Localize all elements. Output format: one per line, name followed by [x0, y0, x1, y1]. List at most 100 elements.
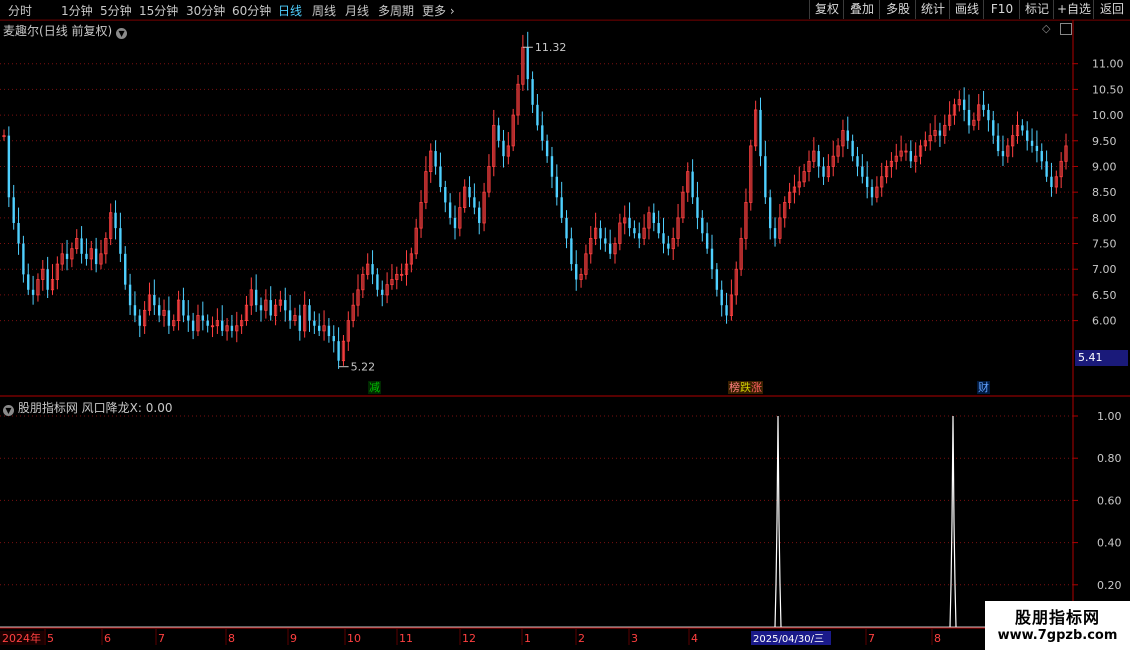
candle-body — [191, 320, 195, 331]
month-label: 5 — [47, 632, 54, 645]
candle-body — [608, 243, 612, 254]
candle-body — [434, 151, 437, 167]
candle-body — [856, 156, 859, 167]
candle-body — [996, 135, 1000, 152]
candle-body — [531, 79, 534, 105]
signal-spike — [949, 415, 957, 628]
candle-body — [1045, 161, 1048, 177]
candle-body — [550, 156, 554, 177]
month-label: 1 — [524, 632, 531, 645]
candle-body — [992, 120, 995, 136]
candle-body — [861, 166, 864, 177]
candle-body — [638, 233, 641, 239]
month-label: 7 — [158, 632, 165, 645]
candle-body — [570, 238, 573, 265]
month-label: 10 — [347, 632, 361, 645]
candle-body — [652, 212, 656, 223]
candle-body — [604, 238, 607, 244]
candle-body — [599, 228, 602, 239]
month-label: 2 — [578, 632, 585, 645]
indicator-title: ▼ 股朋指标网 风口降龙X: 0.00 — [3, 399, 172, 416]
candle-body — [85, 253, 88, 259]
candle-body — [230, 325, 234, 331]
candle-body — [448, 202, 452, 218]
candle-body — [65, 253, 69, 259]
candle-body — [187, 315, 190, 321]
candle-body — [555, 176, 559, 198]
signal-spike — [774, 415, 782, 628]
candle-body — [12, 197, 15, 223]
indicator-name: 股朋指标网 — [17, 401, 78, 415]
candle-body — [313, 320, 316, 326]
candle-body — [565, 217, 568, 239]
indicator-axis-label: 0.40 — [1097, 537, 1122, 550]
candle-body — [962, 99, 966, 110]
candle-body — [133, 305, 137, 316]
candle-body — [526, 47, 529, 80]
candle-body — [720, 289, 723, 306]
candle-body — [327, 325, 331, 337]
candle-body — [705, 233, 709, 249]
price-axis-label: 11.00 — [1092, 58, 1124, 71]
candle-body — [1030, 140, 1034, 146]
candle-body — [909, 151, 913, 162]
indicator-axis-label: 0.60 — [1097, 494, 1122, 507]
candle-body — [201, 315, 205, 321]
candle-body — [124, 253, 127, 285]
candle-body — [822, 166, 825, 177]
candle-body — [768, 197, 772, 229]
candle-body — [27, 274, 30, 290]
candle-body — [128, 284, 132, 306]
month-label: 9 — [290, 632, 297, 645]
candle-body — [817, 151, 820, 167]
candle-body — [478, 207, 481, 223]
candle-body — [221, 320, 224, 331]
candle-body — [138, 315, 141, 326]
candle-body — [167, 310, 171, 326]
month-label: 6 — [104, 632, 111, 645]
watermark-title: 股朋指标网 — [1014, 608, 1100, 627]
candle-body — [633, 228, 636, 234]
event-tag-finance[interactable]: 财 — [977, 381, 990, 394]
price-axis-label: 6.50 — [1092, 289, 1117, 302]
event-tag-ranking[interactable]: 榜跌涨 — [728, 381, 763, 394]
candle-body — [371, 264, 374, 275]
month-label: 12 — [462, 632, 476, 645]
indicator-axis-label: 0.80 — [1097, 452, 1122, 465]
candle-body — [764, 156, 767, 198]
chevron-down-icon[interactable]: ▼ — [3, 405, 14, 416]
price-axis-label: 10.50 — [1092, 83, 1124, 96]
candle-body — [497, 125, 500, 141]
event-tag-reduce[interactable]: 减 — [368, 381, 381, 394]
candle-body — [691, 171, 694, 198]
candle-body — [865, 176, 869, 188]
candle-body — [468, 187, 471, 198]
indicator-axis-label: 1.00 — [1097, 410, 1122, 423]
low-marker-label: 5.22 — [351, 361, 376, 374]
candle-body — [870, 187, 874, 198]
candle-body — [759, 109, 762, 157]
month-label: 4 — [691, 632, 698, 645]
high-marker-label: 11.32 — [535, 41, 567, 54]
cursor-date-label: 2025/04/30/三 — [753, 634, 824, 645]
candle-body — [715, 269, 719, 290]
price-axis-label: 6.00 — [1092, 315, 1117, 328]
candle-body — [94, 248, 98, 265]
candle-body — [982, 104, 985, 110]
candle-body — [575, 264, 578, 280]
candle-body — [473, 197, 476, 208]
price-axis-label: 8.50 — [1092, 186, 1117, 199]
price-axis-label: 7.00 — [1092, 263, 1117, 276]
candle-body — [182, 300, 185, 316]
candle-body — [381, 289, 384, 295]
candle-body — [153, 294, 156, 306]
candle-body — [846, 130, 849, 141]
watermark-url: www.7gpzb.com — [997, 628, 1118, 643]
candle-body — [967, 109, 971, 126]
candle-body — [657, 222, 660, 234]
candle-body — [332, 336, 335, 342]
candle-body — [119, 228, 122, 254]
candle-body — [337, 341, 340, 361]
month-label: 7 — [868, 632, 875, 645]
candle-body — [1035, 145, 1039, 152]
